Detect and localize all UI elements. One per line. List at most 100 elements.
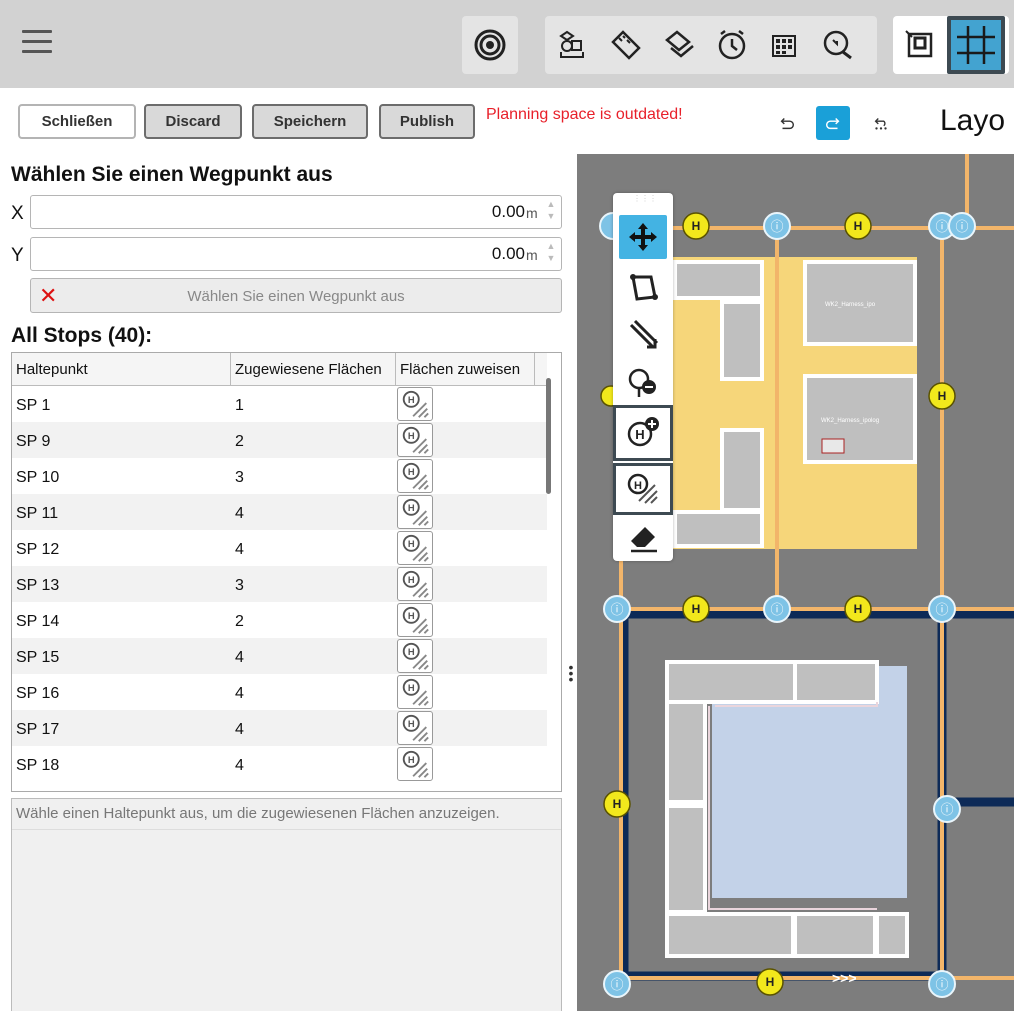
assign-areas-button[interactable]: H: [397, 423, 433, 457]
assigned-count: 4: [235, 505, 244, 522]
x-label: X: [11, 203, 24, 224]
x-input[interactable]: 0.00: [30, 195, 562, 229]
polygon-tool-button[interactable]: [619, 265, 667, 309]
table-row[interactable]: SP 14 2 H: [12, 602, 547, 638]
stop-name: SP 9: [16, 433, 51, 450]
assign-areas-button[interactable]: H: [397, 567, 433, 601]
toolbar-group-tools: [545, 16, 877, 74]
toolbar-group-view: [893, 16, 1009, 74]
direction-arrows: >>>: [832, 970, 857, 986]
assigned-count: 3: [235, 469, 244, 486]
svg-text:H: H: [408, 502, 415, 513]
save-button[interactable]: Speichern: [252, 104, 368, 139]
eraser-tool-button[interactable]: [619, 515, 667, 559]
path-tool-button[interactable]: [619, 313, 667, 357]
assign-areas-button[interactable]: H: [397, 459, 433, 493]
move-tool-button[interactable]: [619, 215, 667, 259]
table-row[interactable]: SP 15 4 H: [12, 638, 547, 674]
table-row[interactable]: SP 12 4 H: [12, 530, 547, 566]
grid-toggle-button[interactable]: [947, 16, 1005, 74]
svg-text:H: H: [634, 480, 642, 492]
remove-point-tool-button[interactable]: [619, 361, 667, 405]
assigned-count: 4: [235, 721, 244, 738]
svg-text:H: H: [613, 797, 622, 811]
table-row[interactable]: SP 17 4 H: [12, 710, 547, 746]
search-zoom-icon[interactable]: [819, 26, 857, 64]
grid-dots-icon[interactable]: [765, 26, 803, 64]
history-button[interactable]: [864, 106, 898, 140]
frame-icon[interactable]: [901, 26, 939, 64]
assign-areas-button[interactable]: H: [397, 387, 433, 421]
ruler-icon[interactable]: [607, 26, 645, 64]
svg-text:H: H: [408, 610, 415, 621]
close-button[interactable]: Schließen: [18, 104, 136, 139]
assign-areas-button[interactable]: H: [397, 531, 433, 565]
assign-areas-button[interactable]: H: [397, 675, 433, 709]
svg-text:H: H: [635, 427, 644, 442]
hamburger-icon[interactable]: [22, 30, 52, 58]
publish-button[interactable]: Publish: [379, 104, 475, 139]
svg-text:ⓘ: ⓘ: [940, 803, 953, 818]
move-icon: [629, 223, 657, 251]
panel-splitter[interactable]: • • •: [568, 660, 574, 686]
clock-icon[interactable]: [713, 26, 751, 64]
column-header[interactable]: Haltepunkt: [12, 353, 231, 386]
radar-icon[interactable]: [471, 26, 509, 64]
table-row[interactable]: SP 1 1 H: [12, 386, 547, 422]
assign-area-icon: H: [402, 678, 429, 706]
redo-button[interactable]: [816, 106, 850, 140]
table-row[interactable]: SP 9 2 H: [12, 422, 547, 458]
assigned-count: 4: [235, 649, 244, 666]
table-row[interactable]: SP 11 4 H: [12, 494, 547, 530]
grid-icon: [957, 26, 995, 64]
assign-area-icon: H: [402, 570, 429, 598]
svg-text:H: H: [408, 646, 415, 657]
select-waypoint-button[interactable]: ✕ Wählen Sie einen Wegpunkt aus: [30, 278, 562, 313]
svg-text:ⓘ: ⓘ: [610, 603, 623, 618]
redo-icon: [825, 117, 840, 130]
table-scrollbar[interactable]: [546, 378, 551, 494]
assign-areas-button[interactable]: H: [397, 747, 433, 781]
svg-text:H: H: [408, 430, 415, 441]
assign-areas-button[interactable]: H: [397, 495, 433, 529]
stop-name: SP 11: [16, 505, 59, 522]
assigned-count: 4: [235, 541, 244, 558]
y-spinner[interactable]: ▲ ▼: [546, 240, 556, 268]
svg-text:H: H: [408, 718, 415, 729]
table-row[interactable]: SP 16 4 H: [12, 674, 547, 710]
table-row[interactable]: SP 13 3 H: [12, 566, 547, 602]
svg-text:H: H: [938, 389, 947, 403]
assign-area-tool-button[interactable]: H: [613, 463, 673, 515]
assign-area-icon: H: [402, 714, 429, 742]
svg-text:H: H: [692, 602, 701, 616]
assign-areas-button[interactable]: H: [397, 711, 433, 745]
x-spinner[interactable]: ▲ ▼: [546, 198, 556, 226]
column-header[interactable]: Flächen zuweisen: [396, 353, 535, 386]
y-input[interactable]: 0.00: [30, 237, 562, 271]
assigned-count: 4: [235, 685, 244, 702]
stop-name: SP 1: [16, 397, 51, 414]
y-unit: m: [526, 247, 538, 263]
table-row[interactable]: SP 18 4 H: [12, 746, 547, 782]
info-hint: Wähle einen Haltepunkt aus, um die zugew…: [16, 805, 500, 822]
stop-name: SP 17: [16, 721, 60, 738]
undo-button[interactable]: [770, 106, 804, 140]
add-hold-point-tool-button[interactable]: H: [613, 405, 673, 461]
table-body: SP 1 1 H SP 9 2 H SP 10 3 H SP 11 4 H SP 12 4 H SP 13 3 H…: [12, 386, 547, 791]
stop-name: SP 16: [16, 685, 60, 702]
svg-text:ⓘ: ⓘ: [935, 978, 948, 993]
svg-text:H: H: [408, 574, 415, 585]
stop-name: SP 15: [16, 649, 60, 666]
table-row[interactable]: SP 10 3 H: [12, 458, 547, 494]
tool-palette: ⋮⋮⋮ H H: [613, 193, 673, 561]
assigned-count: 1: [235, 397, 244, 414]
objects-icon[interactable]: [553, 26, 591, 64]
layout-tab-label[interactable]: Layo: [940, 104, 1005, 138]
area-marker: [821, 438, 845, 454]
assign-areas-button[interactable]: H: [397, 639, 433, 673]
discard-button[interactable]: Discard: [144, 104, 242, 139]
palette-drag-handle[interactable]: ⋮⋮⋮: [633, 195, 657, 205]
column-header[interactable]: Zugewiesene Flächen: [231, 353, 396, 386]
layers-icon[interactable]: [661, 26, 699, 64]
assign-areas-button[interactable]: H: [397, 603, 433, 637]
